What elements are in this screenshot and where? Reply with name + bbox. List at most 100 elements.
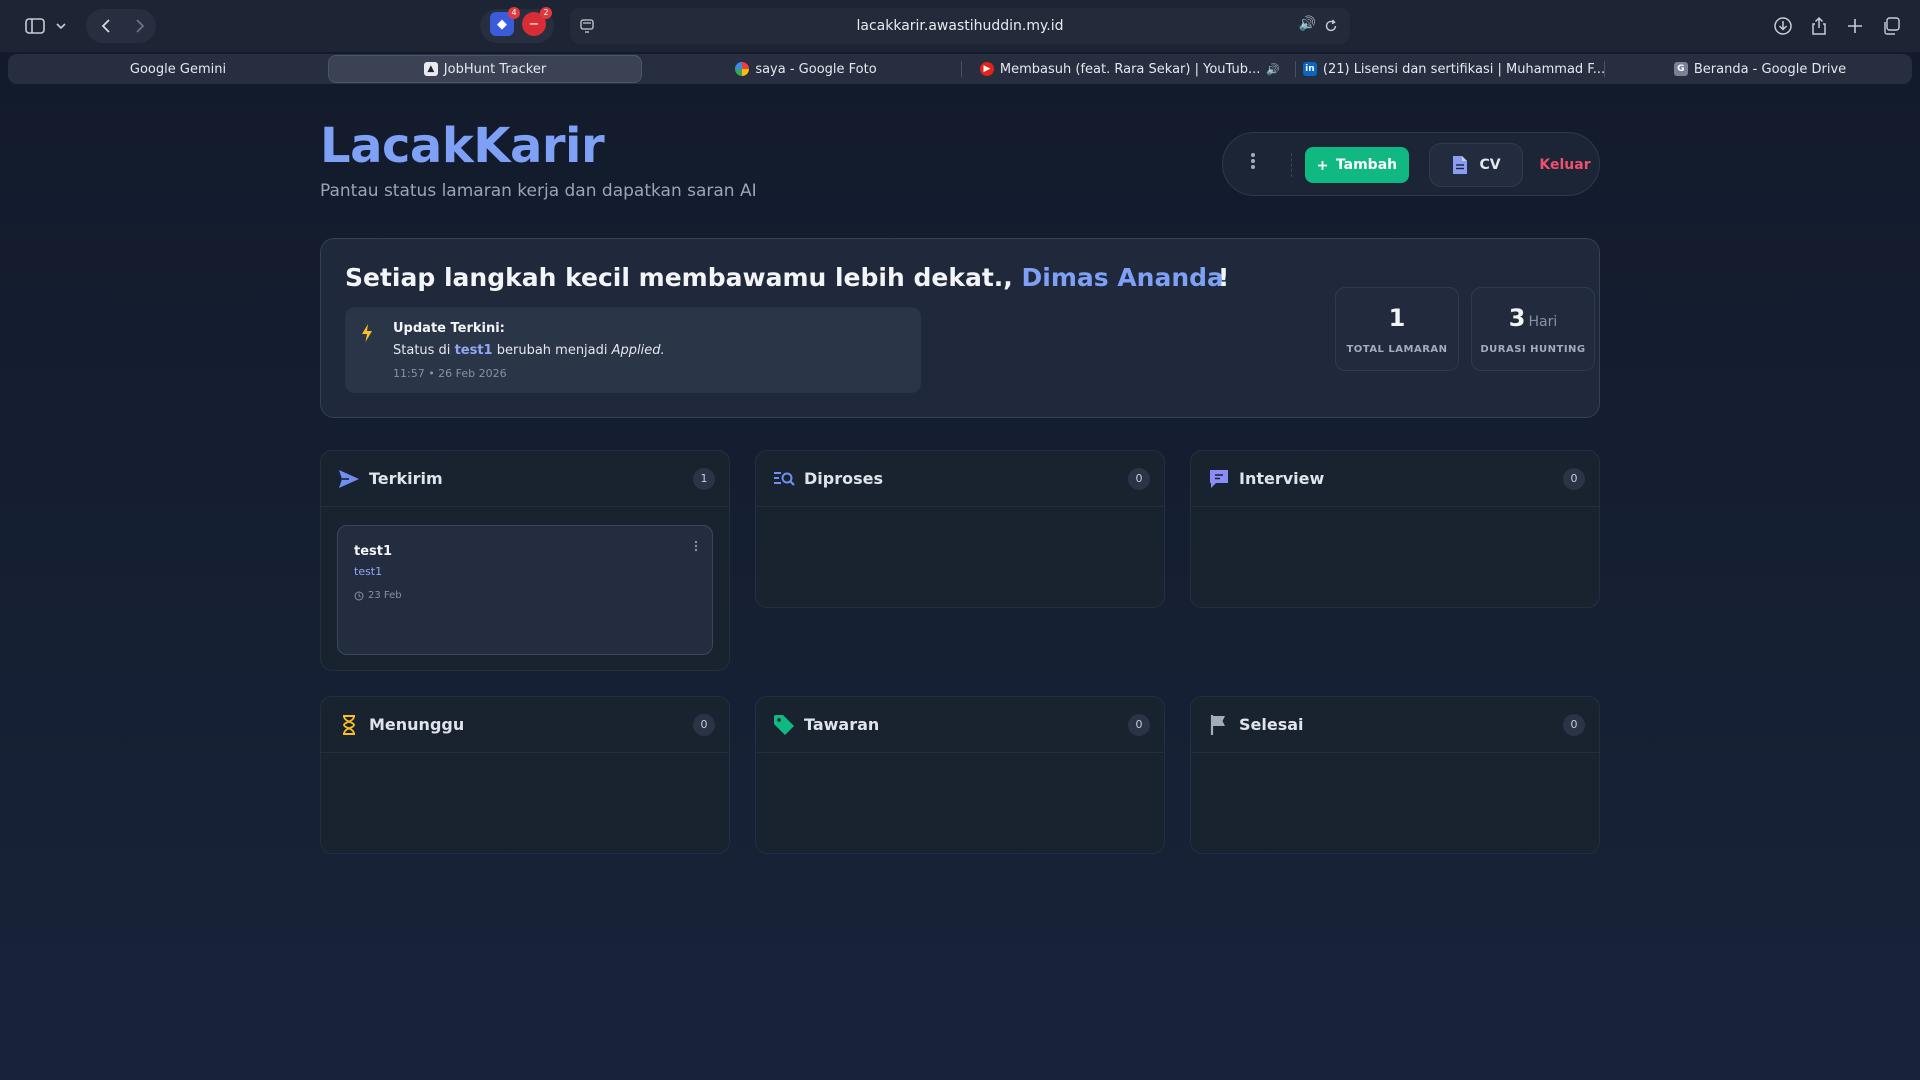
update-timestamp: 11:57 • 26 Feb 2026 — [393, 367, 507, 380]
block-icon: − — [528, 16, 540, 32]
update-text-prefix: Status di — [393, 343, 451, 358]
tab-jobhunt-tracker[interactable]: ▲ JobHunt Tracker — [328, 55, 642, 83]
puzzle-icon: ◆ — [497, 16, 507, 32]
tab-google-photos[interactable]: saya - Google Foto — [644, 54, 968, 84]
card-position: test1 — [354, 544, 393, 559]
column-terkirim: Terkirim 1 test1 test1 23 Feb — [320, 450, 730, 671]
tab-label: Beranda - Google Drive — [1693, 61, 1847, 77]
google-drive-icon: G — [1673, 62, 1688, 76]
column-header: Selesai 0 — [1191, 697, 1599, 753]
stat-label: DURASI HUNTING — [1480, 344, 1586, 355]
greeting-text: Setiap langkah kecil membawamu lebih dek… — [345, 263, 1013, 292]
stat-hunting-duration: 3 Hari DURASI HUNTING — [1471, 287, 1595, 371]
update-title: Update Terkini: — [393, 321, 505, 336]
cv-button[interactable]: CV — [1429, 143, 1523, 187]
tab-separator — [961, 61, 962, 77]
audio-playing-icon[interactable]: 🔊 — [1266, 63, 1280, 76]
latest-update-box: Update Terkini: Status di test1 berubah … — [345, 307, 921, 393]
add-button-label: Tambah — [1335, 157, 1398, 173]
speaker-icon[interactable]: 🔊 — [1299, 16, 1316, 32]
download-icon — [1774, 17, 1792, 35]
column-title: Selesai — [1239, 715, 1304, 734]
plus-icon — [1317, 160, 1327, 170]
tab-label: JobHunt Tracker — [443, 61, 547, 77]
tag-icon — [774, 715, 794, 735]
sidebar-toggle-button[interactable] — [16, 10, 76, 42]
tab-google-gemini[interactable]: Google Gemini — [8, 54, 348, 84]
page-settings-icon — [580, 19, 594, 33]
reload-icon[interactable] — [1324, 19, 1338, 33]
update-message: Status di test1 berubah menjadi Applied. — [393, 343, 665, 358]
new-tab-button[interactable] — [1842, 10, 1868, 42]
column-title: Interview — [1239, 469, 1325, 488]
flag-icon — [1210, 715, 1225, 735]
chat-icon — [1210, 470, 1228, 488]
header-actions: Tambah CV Keluar — [1222, 132, 1600, 196]
tab-google-drive[interactable]: G Beranda - Google Drive — [1608, 54, 1912, 84]
share-icon — [1812, 16, 1826, 35]
lightning-icon — [362, 324, 372, 342]
card-date-text: 23 Feb — [368, 590, 402, 601]
tab-label: saya - Google Foto — [755, 61, 877, 77]
user-name: Dimas Ananda — [1021, 263, 1224, 292]
column-count: 0 — [1128, 714, 1150, 736]
tab-youtube[interactable]: ▶ Membasuh (feat. Rara Sekar) | YouTub..… — [968, 54, 1292, 84]
tab-label: Membasuh (feat. Rara Sekar) | YouTub... — [999, 61, 1261, 77]
plus-icon — [1848, 19, 1862, 33]
app-subtitle: Pantau status lamaran kerja dan dapatkan… — [320, 181, 757, 201]
logout-button[interactable]: Keluar — [1539, 147, 1590, 183]
more-menu-button[interactable] — [1245, 151, 1261, 177]
stat-number: 3 — [1508, 304, 1526, 332]
hourglass-icon — [343, 715, 355, 735]
cv-button-label: CV — [1479, 157, 1501, 173]
column-count: 0 — [1563, 714, 1585, 736]
tab-linkedin[interactable]: in (21) Lisensi dan sertifikasi | Muhamm… — [1296, 54, 1612, 84]
jobhunt-icon: ▲ — [423, 62, 438, 76]
column-interview: Interview 0 — [1190, 450, 1600, 608]
extension-badge: 2 — [540, 7, 552, 19]
card-company[interactable]: test1 — [354, 565, 382, 578]
downloads-button[interactable] — [1770, 10, 1796, 42]
greeting-suffix: ! — [1217, 263, 1230, 292]
extension-2-button[interactable]: − 2 — [522, 7, 552, 36]
column-count: 0 — [1128, 468, 1150, 490]
actions-divider — [1291, 153, 1292, 177]
clock-icon — [354, 591, 364, 600]
forward-button[interactable] — [124, 10, 156, 42]
share-button[interactable] — [1806, 10, 1832, 42]
card-date: 23 Feb — [354, 590, 402, 601]
stat-total-applications: 1 TOTAL LAMARAN — [1335, 287, 1459, 371]
chevron-right-icon — [136, 19, 145, 33]
column-header: Tawaran 0 — [756, 697, 1164, 753]
column-selesai: Selesai 0 — [1190, 696, 1600, 854]
tab-label: Google Gemini — [129, 61, 227, 77]
column-title: Tawaran — [804, 715, 880, 734]
column-title: Terkirim — [369, 469, 443, 488]
add-application-button[interactable]: Tambah — [1305, 147, 1409, 183]
extension-1-button[interactable]: ◆ 4 — [490, 7, 520, 36]
welcome-panel: Setiap langkah kecil membawamu lebih dek… — [320, 238, 1600, 418]
column-header: Interview 0 — [1191, 451, 1599, 507]
url-text: lacakkarir.awastihuddin.my.id — [856, 18, 1064, 34]
address-bar[interactable]: lacakkarir.awastihuddin.my.id 🔊 — [570, 8, 1350, 44]
stat-value: 3 Hari — [1472, 304, 1594, 332]
document-icon — [1453, 156, 1468, 174]
browser-toolbar: ◆ 4 − 2 lacakkarir.awastihuddin.my.id 🔊 — [0, 0, 1920, 52]
back-button[interactable] — [90, 10, 122, 42]
chevron-down-icon — [56, 23, 66, 30]
tab-label: (21) Lisensi dan sertifikasi | Muhammad … — [1322, 61, 1606, 77]
linkedin-icon: in — [1302, 62, 1317, 76]
column-count: 1 — [693, 468, 715, 490]
stat-value: 1 — [1336, 304, 1458, 332]
column-count: 0 — [693, 714, 715, 736]
tab-separator — [1604, 61, 1605, 77]
tab-overview-button[interactable] — [1878, 10, 1904, 42]
send-icon — [339, 470, 359, 488]
extension-badge: 4 — [508, 7, 520, 19]
application-card[interactable]: test1 test1 23 Feb — [337, 525, 713, 655]
column-title: Menunggu — [369, 715, 465, 734]
google-photos-icon — [735, 62, 750, 76]
update-project-link[interactable]: test1 — [455, 343, 493, 358]
stat-unit: Hari — [1528, 314, 1558, 330]
card-menu-button[interactable] — [694, 540, 698, 555]
